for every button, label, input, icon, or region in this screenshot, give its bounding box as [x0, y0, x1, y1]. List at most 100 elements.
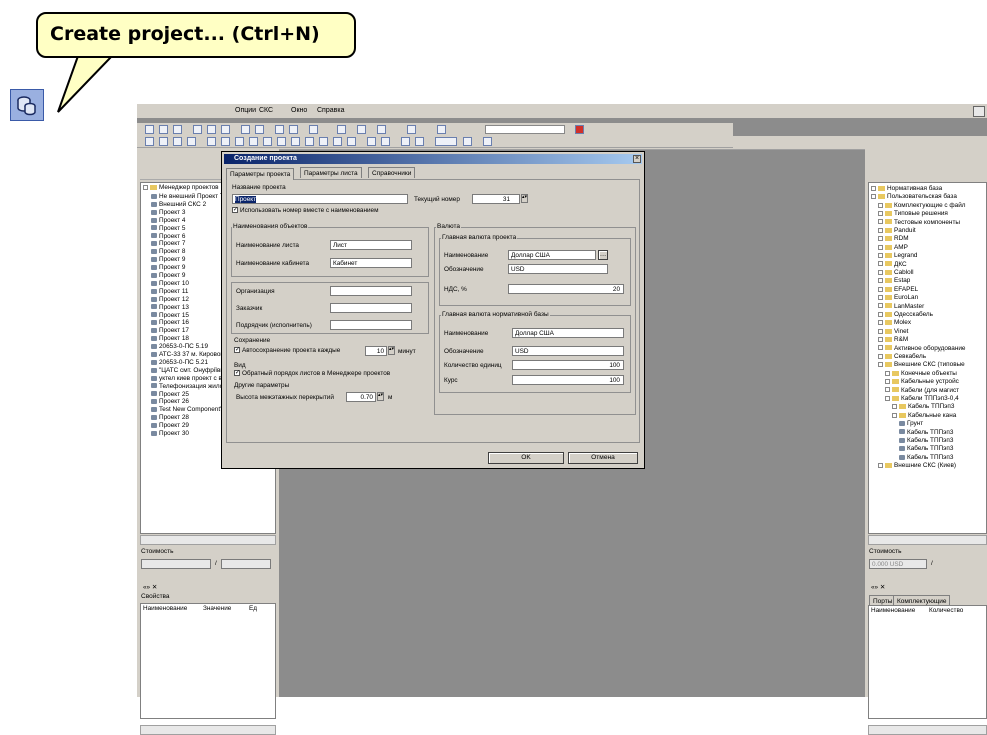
expand-icon[interactable] — [878, 362, 883, 368]
catalog-tree-item[interactable]: Одесскабель — [878, 311, 933, 319]
draw-mirror-icon[interactable] — [347, 137, 356, 146]
expand-icon[interactable] — [878, 295, 883, 300]
autosave-checkbox[interactable]: ✓ Автосохранение проекта каждые — [234, 347, 340, 354]
org-input[interactable] — [330, 286, 412, 296]
tab-project-params[interactable]: Параметры проекта — [226, 168, 295, 180]
draw-polyline-icon[interactable] — [291, 137, 300, 146]
catalog-tree-item[interactable]: Кабельные устройс — [885, 378, 959, 386]
draw-curve-icon[interactable] — [277, 137, 286, 146]
base-symbol-input[interactable]: USD — [512, 346, 624, 356]
catalog-tree-item[interactable]: Кабельные кана — [892, 412, 956, 420]
units-input[interactable]: 100 — [512, 360, 624, 370]
project-tree-item[interactable]: Проект 5 — [151, 225, 185, 233]
catalog-tree-item[interactable]: Кабели (для магист — [885, 387, 959, 395]
catalog-tree-item[interactable]: EuroLan — [878, 294, 918, 302]
project-tree-item[interactable]: Проект 16 — [151, 319, 189, 327]
expand-icon[interactable] — [871, 185, 876, 191]
project-name-input[interactable]: Проект — [232, 194, 408, 204]
autosave-spinner[interactable]: ▴▾ — [388, 346, 395, 355]
catalog-tree[interactable]: Нормативная база Пользовательская база Ком… — [868, 182, 987, 534]
catalog-tree-item[interactable]: Кабель ТППэп3 — [899, 437, 953, 445]
draw-text-icon[interactable] — [187, 137, 196, 146]
catalog-tree-item[interactable]: Нормативная база — [871, 185, 942, 193]
expand-icon[interactable] — [878, 253, 883, 258]
project-tree-item[interactable]: Проект 29 — [151, 422, 189, 430]
customer-input[interactable] — [330, 303, 412, 313]
expand-icon[interactable] — [878, 286, 883, 292]
catalog-tree-item[interactable]: Внешние СКС (типовые — [878, 361, 965, 369]
catalog-tree-item[interactable]: Грунт — [899, 420, 923, 428]
project-tree-item[interactable]: Проект 25 — [151, 391, 189, 399]
catalog-tree-item[interactable]: Кабель ТППэп3 — [899, 445, 953, 453]
catalog-tree-item[interactable]: ДКС — [878, 261, 907, 269]
draw-table-icon[interactable] — [415, 137, 424, 146]
menu-item-options[interactable]: Опции — [235, 107, 256, 114]
menu-item-window[interactable]: Окно — [291, 107, 307, 114]
tree-root[interactable]: Менеджер проектов — [143, 184, 219, 192]
menu-item-help[interactable]: Справка — [317, 107, 344, 114]
toolbar-open-icon[interactable] — [145, 125, 154, 134]
draw-measure-icon[interactable] — [381, 137, 390, 146]
project-tree-item[interactable]: 20653-0-ПС 5.19 — [151, 343, 208, 351]
project-tree-item[interactable]: Проект 4 — [151, 217, 185, 225]
catalog-tree-item[interactable]: Legrand — [878, 252, 917, 260]
catalog-tree-item[interactable]: Кабель ТППэп3 — [892, 403, 954, 411]
catalog-tree-item[interactable]: EFAPEL — [878, 286, 918, 294]
expand-icon[interactable] — [878, 345, 883, 351]
toolbar-tools-icon[interactable] — [407, 125, 416, 134]
window-restore-icon[interactable] — [973, 106, 985, 117]
project-tree-item[interactable]: Проект 10 — [151, 280, 189, 288]
catalog-tree-item[interactable]: LanMaster — [878, 303, 924, 311]
catalog-tree-item[interactable]: Кабель ТППэп3 — [899, 454, 953, 462]
draw-cross-icon[interactable] — [305, 137, 314, 146]
project-tree-item[interactable]: Проект 8 — [151, 248, 185, 256]
catalog-tree-item[interactable]: Типовые решения — [878, 210, 948, 218]
expand-icon[interactable] — [878, 311, 883, 317]
catalog-tree-item[interactable]: Cabloll — [878, 269, 914, 277]
toolbar-preview-icon[interactable] — [289, 125, 298, 134]
dialog-close-icon[interactable]: × — [633, 155, 641, 163]
draw-image-icon[interactable] — [401, 137, 410, 146]
use-number-checkbox[interactable]: ✓ Использовать номер вместе с наименовани… — [232, 207, 379, 214]
catalog-tree-item[interactable]: Molex — [878, 319, 911, 327]
expand-icon[interactable] — [878, 202, 883, 208]
catalog-tree-item[interactable]: Кабели ТППэп3-0,4 — [885, 395, 959, 403]
reverse-order-checkbox[interactable]: ✓ Обратный порядок листов в Менеджере про… — [234, 370, 390, 377]
expand-icon[interactable] — [885, 370, 890, 376]
zoom-fit-icon[interactable] — [483, 137, 492, 146]
menu-item-scs[interactable]: СКС — [259, 107, 273, 114]
ok-button[interactable]: OK — [488, 452, 564, 464]
expand-icon[interactable] — [878, 353, 883, 359]
toolbar-grid-icon[interactable] — [241, 125, 250, 134]
current-number-spinner[interactable]: ▴▾ — [521, 194, 528, 203]
expand-icon[interactable] — [878, 303, 883, 309]
expand-icon[interactable] — [878, 236, 883, 242]
project-tree-item[interactable]: Проект 26 — [151, 398, 189, 406]
toolbar-stop-icon[interactable] — [575, 125, 584, 134]
draw-arrow-icon[interactable] — [319, 137, 328, 146]
expand-icon[interactable] — [878, 227, 883, 233]
project-tree-item[interactable]: Проект 15 — [151, 312, 189, 320]
toolbar-copy-icon[interactable] — [193, 125, 202, 134]
project-tree-item[interactable]: Проект 12 — [151, 296, 189, 304]
currency-browse-button[interactable]: … — [598, 250, 608, 260]
project-tree-item[interactable]: Проект 3 — [151, 209, 185, 217]
draw-hatch-icon[interactable] — [333, 137, 342, 146]
project-tree-item[interactable]: Проект 7 — [151, 240, 185, 248]
draw-rect-icon[interactable] — [221, 137, 230, 146]
vat-input[interactable]: 20 — [508, 284, 624, 294]
toolbar-redo-icon[interactable] — [357, 125, 366, 134]
catalog-tree-item[interactable]: Комплектующие с файл — [878, 202, 966, 210]
toolbar-properties-icon[interactable] — [377, 125, 386, 134]
components-grid[interactable]: Наименование Количество — [868, 605, 987, 719]
expand-icon[interactable] — [878, 244, 883, 250]
draw-point-icon[interactable] — [159, 137, 168, 146]
project-tree-item[interactable]: Внешний СКС 2 — [151, 201, 206, 209]
ceiling-input[interactable]: 0.70 — [346, 392, 376, 402]
draw-circle-icon[interactable] — [235, 137, 244, 146]
catalog-tree-item[interactable]: Panduit — [878, 227, 916, 235]
currency-symbol-input[interactable]: USD — [508, 264, 608, 274]
left-hscroll[interactable] — [140, 535, 276, 545]
expand-icon[interactable] — [878, 463, 883, 468]
toolbar-undo-icon[interactable] — [337, 125, 346, 134]
